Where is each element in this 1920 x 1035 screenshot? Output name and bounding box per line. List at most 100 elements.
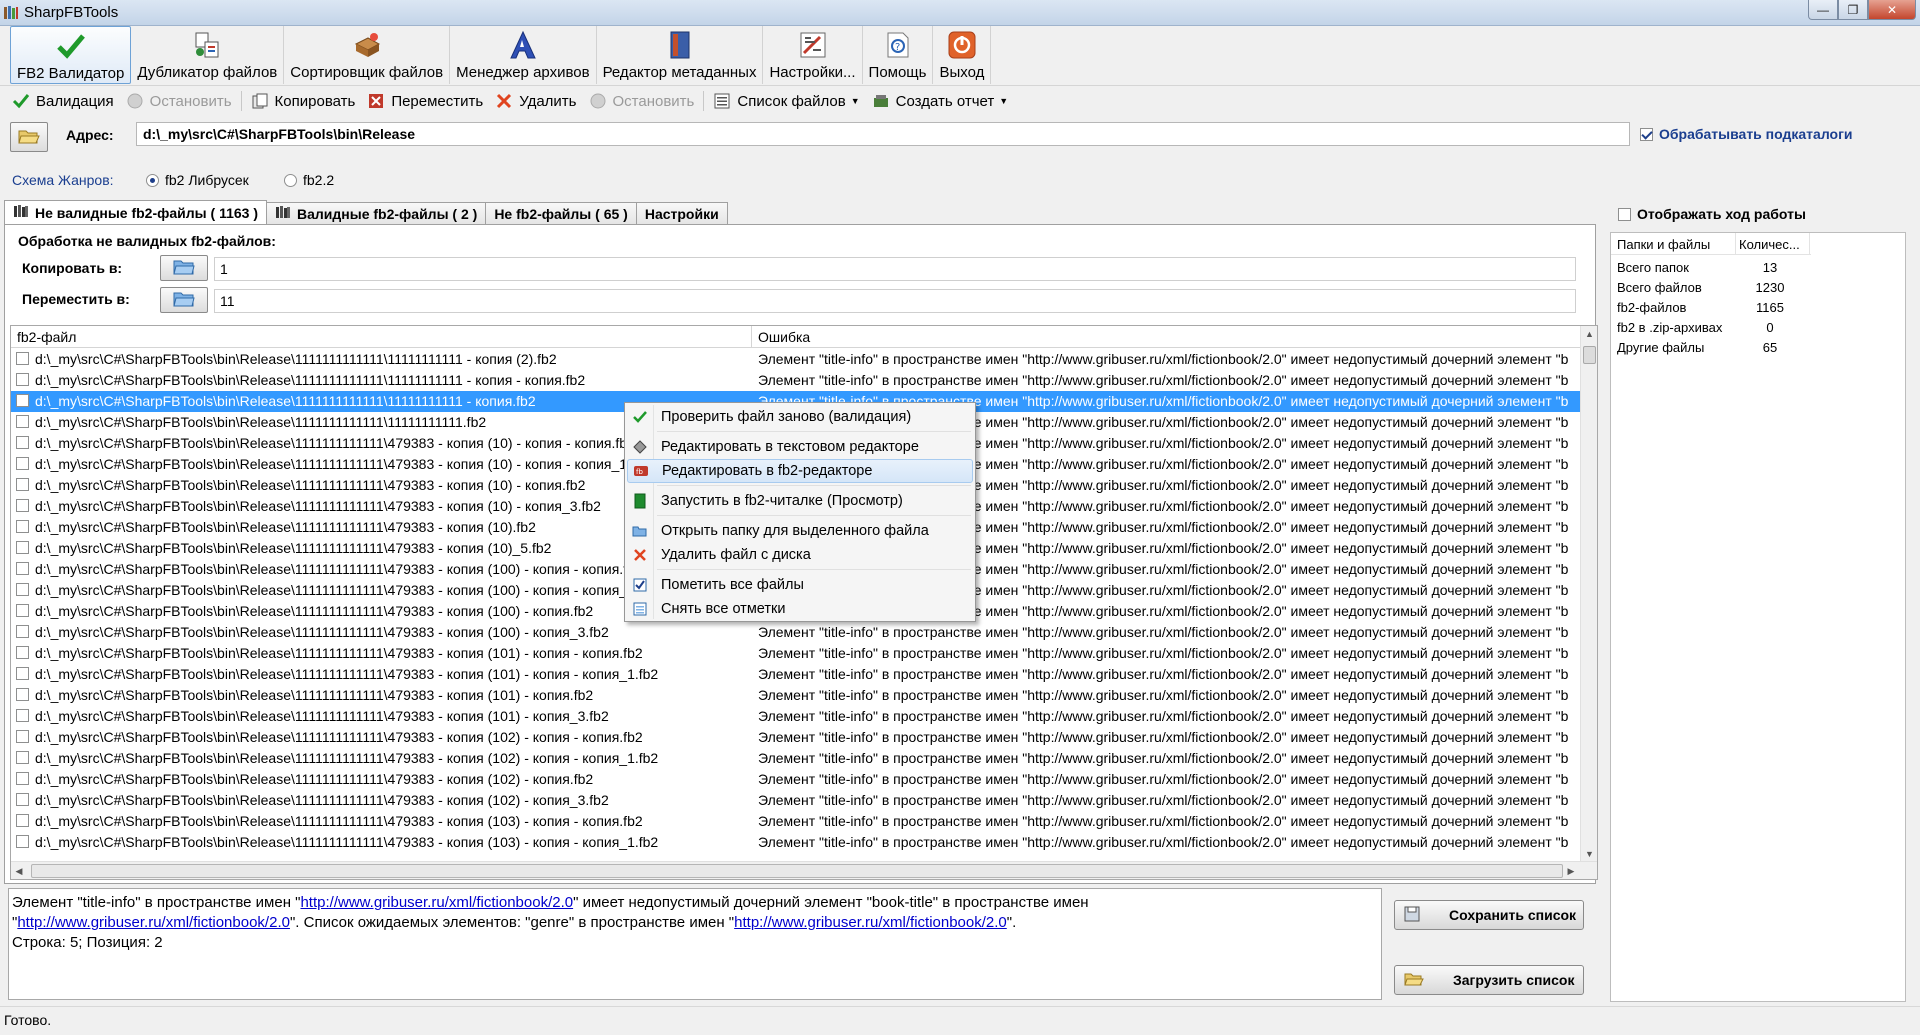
genre-librusec-radio[interactable]: fb2 Либрусек [146,172,249,188]
scroll-right-icon[interactable]: ▶ [1563,862,1579,879]
namespace-link[interactable]: http://www.gribuser.ru/xml/fictionbook/2… [734,914,1007,931]
checkbox[interactable] [1640,127,1653,141]
row-checkbox[interactable] [16,793,29,806]
row-checkbox[interactable] [16,604,29,617]
row-checkbox[interactable] [16,373,29,386]
row-checkbox[interactable] [16,352,29,365]
row-checkbox[interactable] [16,625,29,638]
minimize-button[interactable]: — [1808,0,1838,20]
create-report-dropdown[interactable]: Создать отчет ▼ [866,89,1015,113]
move-to-input[interactable]: 11 [214,289,1576,313]
table-row[interactable]: d:\_my\src\C#\SharpFBTools\bin\Release\1… [11,349,1581,370]
scroll-thumb[interactable] [31,864,1563,878]
row-checkbox[interactable] [16,394,29,407]
action-toolbar: Валидация Остановить Копировать Перемест… [0,88,1920,114]
row-checkbox[interactable] [16,772,29,785]
close-button[interactable]: ✕ [1868,0,1916,20]
fb2-validator-button[interactable]: FB2 Валидатор [10,26,132,84]
row-checkbox[interactable] [16,730,29,743]
process-subdirs-checkbox[interactable]: Обрабатывать подкаталоги [1640,126,1853,142]
scroll-up-icon[interactable]: ▲ [1581,326,1597,342]
table-row[interactable]: d:\_my\src\C#\SharpFBTools\bin\Release\1… [11,790,1581,811]
row-checkbox[interactable] [16,415,29,428]
tab-settings[interactable]: Настройки [635,202,728,224]
row-checkbox[interactable] [16,478,29,491]
menu-item-delete-file[interactable]: Удалить файл с диска [627,543,973,567]
row-checkbox[interactable] [16,583,29,596]
table-row[interactable]: d:\_my\src\C#\SharpFBTools\bin\Release\1… [11,706,1581,727]
stop-validation-button[interactable]: Остановить [120,89,238,113]
column-header-file[interactable]: fb2-файл [17,329,76,345]
validate-button[interactable]: Валидация [6,89,120,113]
menu-item-uncheck-all[interactable]: Снять все отметки [627,597,973,621]
table-row[interactable]: d:\_my\src\C#\SharpFBTools\bin\Release\1… [11,622,1581,643]
show-progress-checkbox[interactable]: Отображать ход работы [1618,206,1806,222]
row-checkbox[interactable] [16,541,29,554]
table-row[interactable]: d:\_my\src\C#\SharpFBTools\bin\Release\1… [11,727,1581,748]
column-header-folders[interactable]: Папки и файлы [1617,237,1710,252]
stop-operation-button[interactable]: Остановить [583,89,701,113]
sorter-button[interactable]: Сортировщик файлов [284,26,451,84]
tab-not-fb2-files[interactable]: Не fb2-файлы ( 65 ) [485,202,637,224]
table-row[interactable]: d:\_my\src\C#\SharpFBTools\bin\Release\1… [11,685,1581,706]
maximize-button[interactable]: ❐ [1838,0,1868,20]
scroll-left-icon[interactable]: ◀ [11,862,27,879]
row-checkbox[interactable] [16,457,29,470]
file-list-dropdown[interactable]: Список файлов ▼ [707,89,865,113]
delete-button[interactable]: Удалить [489,89,582,113]
row-checkbox[interactable] [16,520,29,533]
row-checkbox[interactable] [16,499,29,512]
menu-item-edit-fb2[interactable]: fb Редактировать в fb2-редакторе [627,459,973,483]
row-checkbox[interactable] [16,688,29,701]
save-list-button[interactable]: Сохранить список [1394,900,1584,930]
namespace-link[interactable]: http://www.gribuser.ru/xml/fictionbook/2… [17,914,290,931]
table-row[interactable]: d:\_my\src\C#\SharpFBTools\bin\Release\1… [11,664,1581,685]
menu-item-edit-text[interactable]: Редактировать в текстовом редакторе [627,435,973,459]
help-button[interactable]: ? Помощь [863,26,934,84]
vertical-scrollbar[interactable]: ▲ ▼ [1580,326,1597,862]
row-checkbox[interactable] [16,814,29,827]
row-checkbox[interactable] [16,835,29,848]
radio-button[interactable] [146,173,159,187]
browse-folder-button[interactable] [10,122,48,152]
row-checkbox[interactable] [16,751,29,764]
address-input[interactable]: d:\_my\src\C#\SharpFBTools\bin\Release [136,122,1630,146]
move-button[interactable]: Переместить [361,89,489,113]
scroll-thumb[interactable] [1583,346,1596,364]
move-to-browse-button[interactable] [160,287,208,313]
radio-button[interactable] [284,173,297,187]
tab-invalid-files[interactable]: Не валидные fb2-файлы ( 1163 ) [4,200,267,224]
table-row[interactable]: d:\_my\src\C#\SharpFBTools\bin\Release\1… [11,370,1581,391]
checkbox[interactable] [1618,207,1631,221]
table-row[interactable]: d:\_my\src\C#\SharpFBTools\bin\Release\1… [11,832,1581,853]
scroll-down-icon[interactable]: ▼ [1581,846,1597,862]
namespace-link[interactable]: http://www.gribuser.ru/xml/fictionbook/2… [300,894,573,911]
genre-fb22-radio[interactable]: fb2.2 [284,172,334,188]
menu-item-open-folder[interactable]: Открыть папку для выделенного файла [627,519,973,543]
table-row[interactable]: d:\_my\src\C#\SharpFBTools\bin\Release\1… [11,643,1581,664]
horizontal-scrollbar[interactable]: ◀ ▶ [11,861,1597,879]
column-header-count[interactable]: Количес... [1739,237,1800,252]
row-checkbox[interactable] [16,562,29,575]
menu-item-open-reader[interactable]: Запустить в fb2-читалке (Просмотр) [627,489,973,513]
settings-button[interactable]: Настройки... [763,26,863,84]
menu-item-check-all[interactable]: Пометить все файлы [627,573,973,597]
exit-button[interactable]: Выход [933,26,992,84]
row-checkbox[interactable] [16,646,29,659]
table-row[interactable]: d:\_my\src\C#\SharpFBTools\bin\Release\1… [11,811,1581,832]
copy-to-browse-button[interactable] [160,255,208,281]
table-row[interactable]: d:\_my\src\C#\SharpFBTools\bin\Release\1… [11,748,1581,769]
copy-button[interactable]: Копировать [245,89,362,113]
row-checkbox[interactable] [16,709,29,722]
load-list-button[interactable]: Загрузить список [1394,965,1584,995]
tab-valid-files[interactable]: Валидные fb2-файлы ( 2 ) [266,202,487,224]
row-checkbox[interactable] [16,436,29,449]
copy-to-input[interactable]: 1 [214,257,1576,281]
duplicator-button[interactable]: Дубликатор файлов [131,26,285,84]
column-header-error[interactable]: Ошибка [758,329,810,345]
menu-item-revalidate[interactable]: Проверить файл заново (валидация) [627,405,973,429]
row-checkbox[interactable] [16,667,29,680]
archive-manager-button[interactable]: Менеджер архивов [450,26,597,84]
metadata-editor-button[interactable]: Редактор метаданных [597,26,764,84]
table-row[interactable]: d:\_my\src\C#\SharpFBTools\bin\Release\1… [11,769,1581,790]
